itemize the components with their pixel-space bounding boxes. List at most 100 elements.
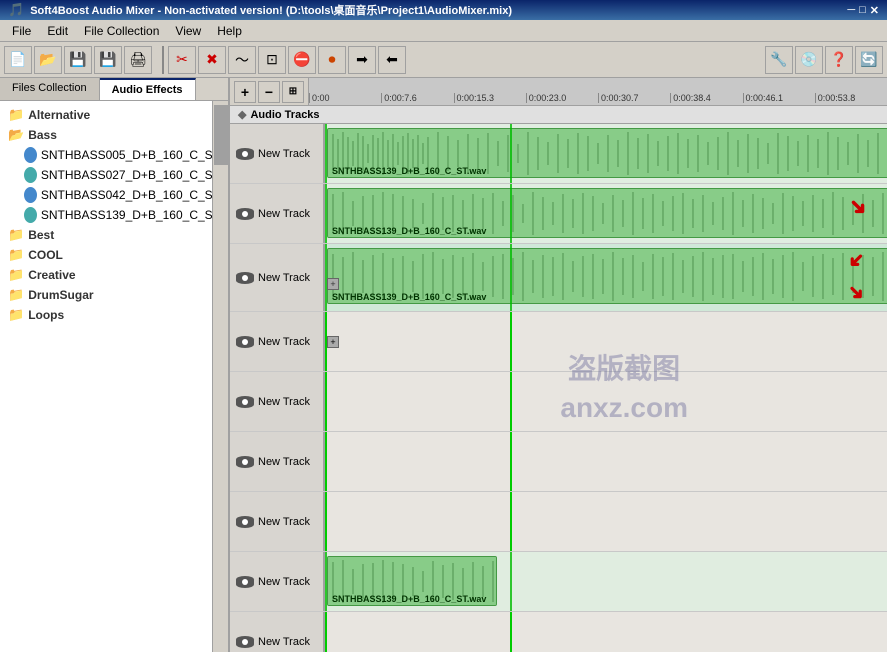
- eye-icon[interactable]: [236, 208, 254, 220]
- track-row: New Track: [230, 184, 887, 244]
- refresh-btn[interactable]: 🔄: [855, 46, 883, 74]
- expand-icon[interactable]: +: [327, 278, 339, 290]
- track-label: New Track: [230, 312, 325, 371]
- tree-item-creative[interactable]: 📁 Creative: [0, 265, 228, 285]
- menu-help[interactable]: Help: [209, 22, 250, 40]
- menu-view[interactable]: View: [167, 22, 209, 40]
- menu-edit[interactable]: Edit: [39, 22, 76, 40]
- file-icon: [24, 167, 37, 183]
- tab-files-collection[interactable]: Files Collection: [0, 78, 100, 100]
- track-label: New Track: [230, 552, 325, 611]
- tracks-container[interactable]: New Track: [230, 124, 887, 652]
- zoom-fit-btn[interactable]: ⊞: [282, 81, 304, 103]
- tree-item-snthbass139[interactable]: SNTHBASS139_D+B_160_C_ST: [0, 205, 228, 225]
- track-row: New Track: [230, 124, 887, 184]
- zoom-controls: + − ⊞: [230, 78, 309, 105]
- print-btn[interactable]: 🖨: [124, 46, 152, 74]
- tab-audio-effects[interactable]: Audio Effects: [100, 78, 196, 100]
- track-content[interactable]: SNTHBASS139_D+B_160_C_ST.wav: [325, 124, 887, 183]
- save-as-btn[interactable]: 💾: [94, 46, 122, 74]
- track-label: New Track: [230, 244, 325, 311]
- eye-icon[interactable]: [236, 272, 254, 284]
- audio-filename: SNTHBASS139_D+B_160_C_ST.wav: [332, 226, 486, 236]
- scrollbar-track[interactable]: [212, 101, 228, 652]
- tree-item-cool[interactable]: 📁 COOL: [0, 245, 228, 265]
- track-name: New Track: [258, 208, 310, 220]
- tree-label: Bass: [28, 128, 57, 142]
- track-content[interactable]: [325, 372, 887, 431]
- track-label: New Track: [230, 432, 325, 491]
- eye-icon[interactable]: [236, 336, 254, 348]
- menu-file-collection[interactable]: File Collection: [76, 22, 167, 40]
- cut-btn[interactable]: ✂: [168, 46, 196, 74]
- eye-icon[interactable]: [236, 516, 254, 528]
- eye-icon[interactable]: [236, 636, 254, 648]
- maximize-btn[interactable]: □: [859, 4, 866, 16]
- audio-block[interactable]: SNTHBASS139_D+B_160_C_ST.wav: [327, 556, 497, 606]
- track-content[interactable]: SNTHBASS139_D+B_160_C_ST.wav: [325, 552, 887, 611]
- tree-item-snthbass005[interactable]: SNTHBASS005_D+B_160_C_ST: [0, 145, 228, 165]
- cd-btn[interactable]: 💿: [795, 46, 823, 74]
- tree-label: SNTHBASS027_D+B_160_C_ST: [41, 168, 220, 182]
- track-content[interactable]: SNTHBASS139_D+B_160_C_ST.wav ➜: [325, 184, 887, 243]
- ruler-538: 0:00:53.8: [815, 93, 887, 103]
- track-content[interactable]: [325, 492, 887, 551]
- right-panel: + − ⊞ 0:00 0:00:7.6 0:00:15.3 0:00:23.0 …: [230, 78, 887, 652]
- eye-icon[interactable]: [236, 396, 254, 408]
- ruler-384: 0:00:38.4: [670, 93, 742, 103]
- track-content[interactable]: [325, 432, 887, 491]
- track-label: New Track: [230, 492, 325, 551]
- track-content[interactable]: [325, 612, 887, 652]
- backward-btn[interactable]: ⬅: [378, 46, 406, 74]
- save-btn[interactable]: 💾: [64, 46, 92, 74]
- settings-btn[interactable]: 🔧: [765, 46, 793, 74]
- folder-icon: 📁: [8, 267, 24, 283]
- new-btn[interactable]: 📄: [4, 46, 32, 74]
- tree-label: SNTHBASS139_D+B_160_C_ST: [41, 208, 220, 222]
- audio-block[interactable]: SNTHBASS139_D+B_160_C_ST.wav: [327, 188, 887, 238]
- tree-item-best[interactable]: 📁 Best: [0, 225, 228, 245]
- delete-btn[interactable]: ✖: [198, 46, 226, 74]
- audio-block[interactable]: SNTHBASS139_D+B_160_C_ST.wav: [327, 248, 887, 304]
- track-content[interactable]: +: [325, 312, 887, 371]
- audio-block[interactable]: SNTHBASS139_D+B_160_C_ST.wav: [327, 128, 887, 178]
- eye-icon[interactable]: [236, 456, 254, 468]
- tree-label: Best: [28, 228, 54, 242]
- tree-item-bass[interactable]: 📂 Bass: [0, 125, 228, 145]
- track-name: New Track: [258, 396, 310, 408]
- tree-item-snthbass042[interactable]: SNTHBASS042_D+B_160_C_ST: [0, 185, 228, 205]
- wave-btn[interactable]: 〜: [228, 46, 256, 74]
- track-name: New Track: [258, 456, 310, 468]
- eye-icon[interactable]: [236, 576, 254, 588]
- track-row: New Track: [230, 552, 887, 612]
- menu-file[interactable]: File: [4, 22, 39, 40]
- eye-icon[interactable]: [236, 148, 254, 160]
- tree-item-loops[interactable]: 📁 Loops: [0, 305, 228, 325]
- tree-item-alternative[interactable]: 📁 Alternative: [0, 105, 228, 125]
- open-btn[interactable]: 📂: [34, 46, 62, 74]
- titlebar: 🎵 Soft4Boost Audio Mixer - Non-activated…: [0, 0, 887, 20]
- app-icon: 🎵: [8, 2, 24, 18]
- folder-icon: 📁: [8, 307, 24, 323]
- box-btn[interactable]: ⊡: [258, 46, 286, 74]
- forward-btn[interactable]: ➡: [348, 46, 376, 74]
- track-content[interactable]: SNTHBASS139_D+B_160_C_ST.wav ➜ ➜ +: [325, 244, 887, 311]
- timeline-ruler[interactable]: 0:00 0:00:7.6 0:00:15.3 0:00:23.0 0:00:3…: [309, 78, 887, 105]
- close-btn[interactable]: ✕: [870, 4, 879, 17]
- tree-label: Alternative: [28, 108, 90, 122]
- file-icon: [24, 207, 37, 223]
- zoom-out-btn[interactable]: −: [258, 81, 280, 103]
- track-label: New Track: [230, 124, 325, 183]
- record-btn[interactable]: ⏺: [318, 46, 346, 74]
- menubar: File Edit File Collection View Help: [0, 20, 887, 42]
- file-icon: [24, 187, 37, 203]
- minimize-btn[interactable]: ─: [847, 4, 855, 16]
- help-btn[interactable]: ❓: [825, 46, 853, 74]
- stop-btn[interactable]: ⛔: [288, 46, 316, 74]
- tree-item-drumsugar[interactable]: 📁 DrumSugar: [0, 285, 228, 305]
- tree-item-snthbass027[interactable]: SNTHBASS027_D+B_160_C_ST: [0, 165, 228, 185]
- scrollbar-thumb[interactable]: [214, 105, 228, 165]
- zoom-in-btn[interactable]: +: [234, 81, 256, 103]
- track-row: New Track +: [230, 312, 887, 372]
- add-icon[interactable]: +: [327, 336, 339, 348]
